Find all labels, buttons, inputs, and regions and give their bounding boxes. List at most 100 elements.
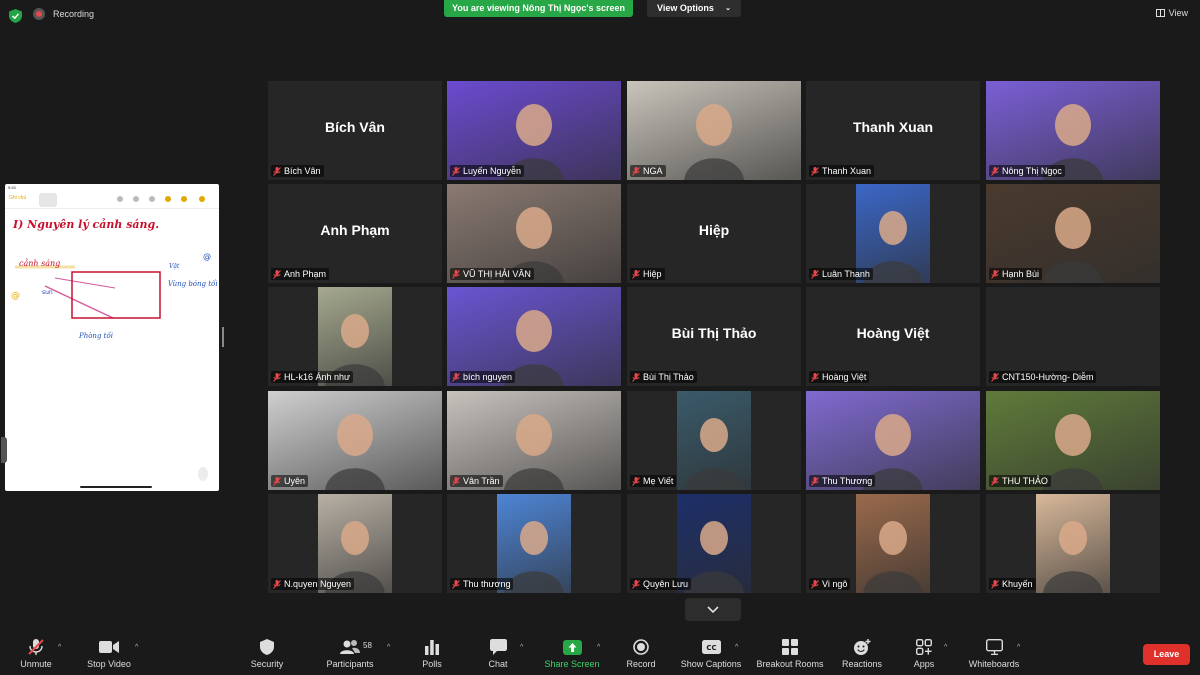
participant-tile[interactable]: Vân Trần <box>447 391 621 490</box>
note-title: I) Nguyên lý cảnh sáng. <box>13 218 160 231</box>
participant-name: Hiệp <box>643 269 662 279</box>
annotation-phong-toi: Phòng tối <box>78 331 113 340</box>
participant-tile[interactable]: THU THẢO <box>986 391 1160 490</box>
record-button[interactable]: Record <box>624 638 658 669</box>
participant-name-tag: Luân Thanh <box>809 268 873 280</box>
apps-button[interactable]: Apps <box>911 638 937 669</box>
mic-muted-icon <box>811 372 819 382</box>
shield-icon[interactable] <box>9 9 22 23</box>
participant-name-tag: Vi ngô <box>809 578 851 590</box>
home-indicator <box>80 486 152 488</box>
participant-name-tag: Bích Vân <box>271 165 324 177</box>
participant-tile[interactable]: Hoàng Việt Hoàng Việt <box>806 287 980 386</box>
viewing-banner: You are viewing Nông Thị Ngọc's screen <box>444 0 634 17</box>
participant-tile[interactable]: bích nguyen <box>447 287 621 386</box>
participant-name: Anh Phạm <box>284 269 327 279</box>
participant-name-tag: Uyên <box>271 475 309 487</box>
mic-muted-icon <box>273 372 281 382</box>
stop-video-label: Stop Video <box>87 659 131 669</box>
show-captions-button[interactable]: CC Show Captions <box>678 638 744 669</box>
participant-name-tag: Luyến Nguyễn <box>450 165 525 177</box>
participant-tile[interactable]: HL-k16 Ánh như <box>268 287 442 386</box>
note-drawing: cảnh sáng @ sun Phòng tối Vùng bóng tối … <box>11 252 218 340</box>
participant-tile[interactable]: Uyên <box>268 391 442 490</box>
stop-video-button[interactable]: Stop Video <box>84 638 134 669</box>
shared-screen[interactable]: 9:53 Ghi chú I) Nguyên lý cảnh sáng. cản… <box>5 184 219 491</box>
audio-options-caret[interactable]: ^ <box>58 644 61 651</box>
breakout-rooms-button[interactable]: Breakout Rooms <box>753 638 827 669</box>
participant-name: Mẹ Viết <box>643 476 674 486</box>
whiteboards-options-caret[interactable]: ^ <box>1017 644 1020 651</box>
participant-grid: Bích Vân Bích Vân Luyến Nguyễn NGA Thanh Xua… <box>268 81 1164 595</box>
mic-muted-icon <box>28 639 44 655</box>
participant-name: Uyên <box>284 476 306 486</box>
breakout-rooms-label: Breakout Rooms <box>756 659 824 669</box>
participant-name: Bích Vân <box>284 166 321 176</box>
participant-tile[interactable]: Thu thương <box>447 494 621 593</box>
view-options-label: View Options <box>657 3 714 13</box>
participant-tile[interactable]: Anh Phạm Anh Phạm <box>268 184 442 283</box>
captions-options-caret[interactable]: ^ <box>735 644 738 651</box>
participant-tile[interactable]: Nông Thị Ngọc <box>986 81 1160 180</box>
chat-options-caret[interactable]: ^ <box>520 644 523 651</box>
mic-muted-icon <box>452 372 460 382</box>
participant-name: THU THẢO <box>1002 476 1048 486</box>
mic-muted-icon <box>452 579 460 589</box>
record-dot-icon <box>33 8 45 20</box>
side-collapse-tab[interactable] <box>1 437 7 463</box>
participant-tile[interactable]: Luân Thanh <box>806 184 980 283</box>
mic-muted-icon <box>991 372 999 382</box>
participant-name-tag: Hiệp <box>630 268 665 280</box>
participant-tile[interactable]: VŨ THỊ HẢI VÂN <box>447 184 621 283</box>
participant-name-tag: Thu Thương <box>809 475 876 487</box>
participant-tile[interactable]: Luyến Nguyễn <box>447 81 621 180</box>
smiley-add-icon <box>854 638 871 655</box>
participant-tile[interactable]: Bích Vân Bích Vân <box>268 81 442 180</box>
participants-options-caret[interactable]: ^ <box>387 644 390 651</box>
chat-button[interactable]: Chat <box>486 638 510 669</box>
view-button[interactable]: View <box>1155 8 1188 18</box>
participant-tile[interactable]: Bùi Thị Thảo Bùi Thị Thảo <box>627 287 801 386</box>
participant-tile[interactable]: Khuyến <box>986 494 1160 593</box>
participant-tile[interactable]: NGA <box>627 81 801 180</box>
reactions-label: Reactions <box>841 659 883 669</box>
notes-back-button[interactable]: Ghi chú <box>9 195 26 201</box>
participant-name: NGA <box>643 166 663 176</box>
participant-name: bích nguyen <box>463 372 513 382</box>
mic-muted-icon <box>991 166 999 176</box>
share-screen-button[interactable]: Share Screen <box>543 638 601 669</box>
view-options-button[interactable]: View Options ⌄ <box>647 0 741 17</box>
svg-text:@: @ <box>11 291 20 301</box>
participant-display-name: Bùi Thị Thảo <box>671 325 757 341</box>
polls-label: Polls <box>422 659 442 669</box>
mic-muted-icon <box>811 579 819 589</box>
leave-button[interactable]: Leave <box>1143 644 1190 665</box>
whiteboards-button[interactable]: Whiteboards <box>966 638 1022 669</box>
participant-tile[interactable]: Thanh Xuan Thanh Xuan <box>806 81 980 180</box>
security-button[interactable]: Security <box>248 638 286 669</box>
participant-tile[interactable]: Vi ngô <box>806 494 980 593</box>
record-icon <box>633 639 649 655</box>
participant-tile[interactable]: Hiệp Hiệp <box>627 184 801 283</box>
participant-tile[interactable]: Hạnh Bùi <box>986 184 1160 283</box>
participant-name-tag: Mẹ Viết <box>630 475 677 487</box>
participant-tile[interactable]: Quyên Lưu <box>627 494 801 593</box>
apps-options-caret[interactable]: ^ <box>944 644 947 651</box>
polls-button[interactable]: Polls <box>418 638 446 669</box>
unmute-button[interactable]: Unmute <box>16 638 56 669</box>
split-divider-handle[interactable] <box>222 327 224 347</box>
share-options-caret[interactable]: ^ <box>597 644 600 651</box>
recording-indicator[interactable]: Recording <box>33 8 94 20</box>
reactions-button[interactable]: Reactions <box>840 638 884 669</box>
participant-name: Thu thương <box>463 579 511 589</box>
participant-tile[interactable]: Thu Thương <box>806 391 980 490</box>
bar-chart-icon <box>425 639 439 655</box>
toolbar-icon <box>181 196 187 202</box>
video-options-caret[interactable]: ^ <box>135 644 138 651</box>
scroll-down-button[interactable] <box>685 598 741 621</box>
participant-display-name: Hoàng Việt <box>856 325 930 341</box>
participant-tile[interactable]: CNT150-Hường- Diễm <box>986 287 1160 386</box>
participant-tile[interactable]: N.quyen Nguyen <box>268 494 442 593</box>
participant-tile[interactable]: Mẹ Viết <box>627 391 801 490</box>
participant-video <box>677 391 751 490</box>
